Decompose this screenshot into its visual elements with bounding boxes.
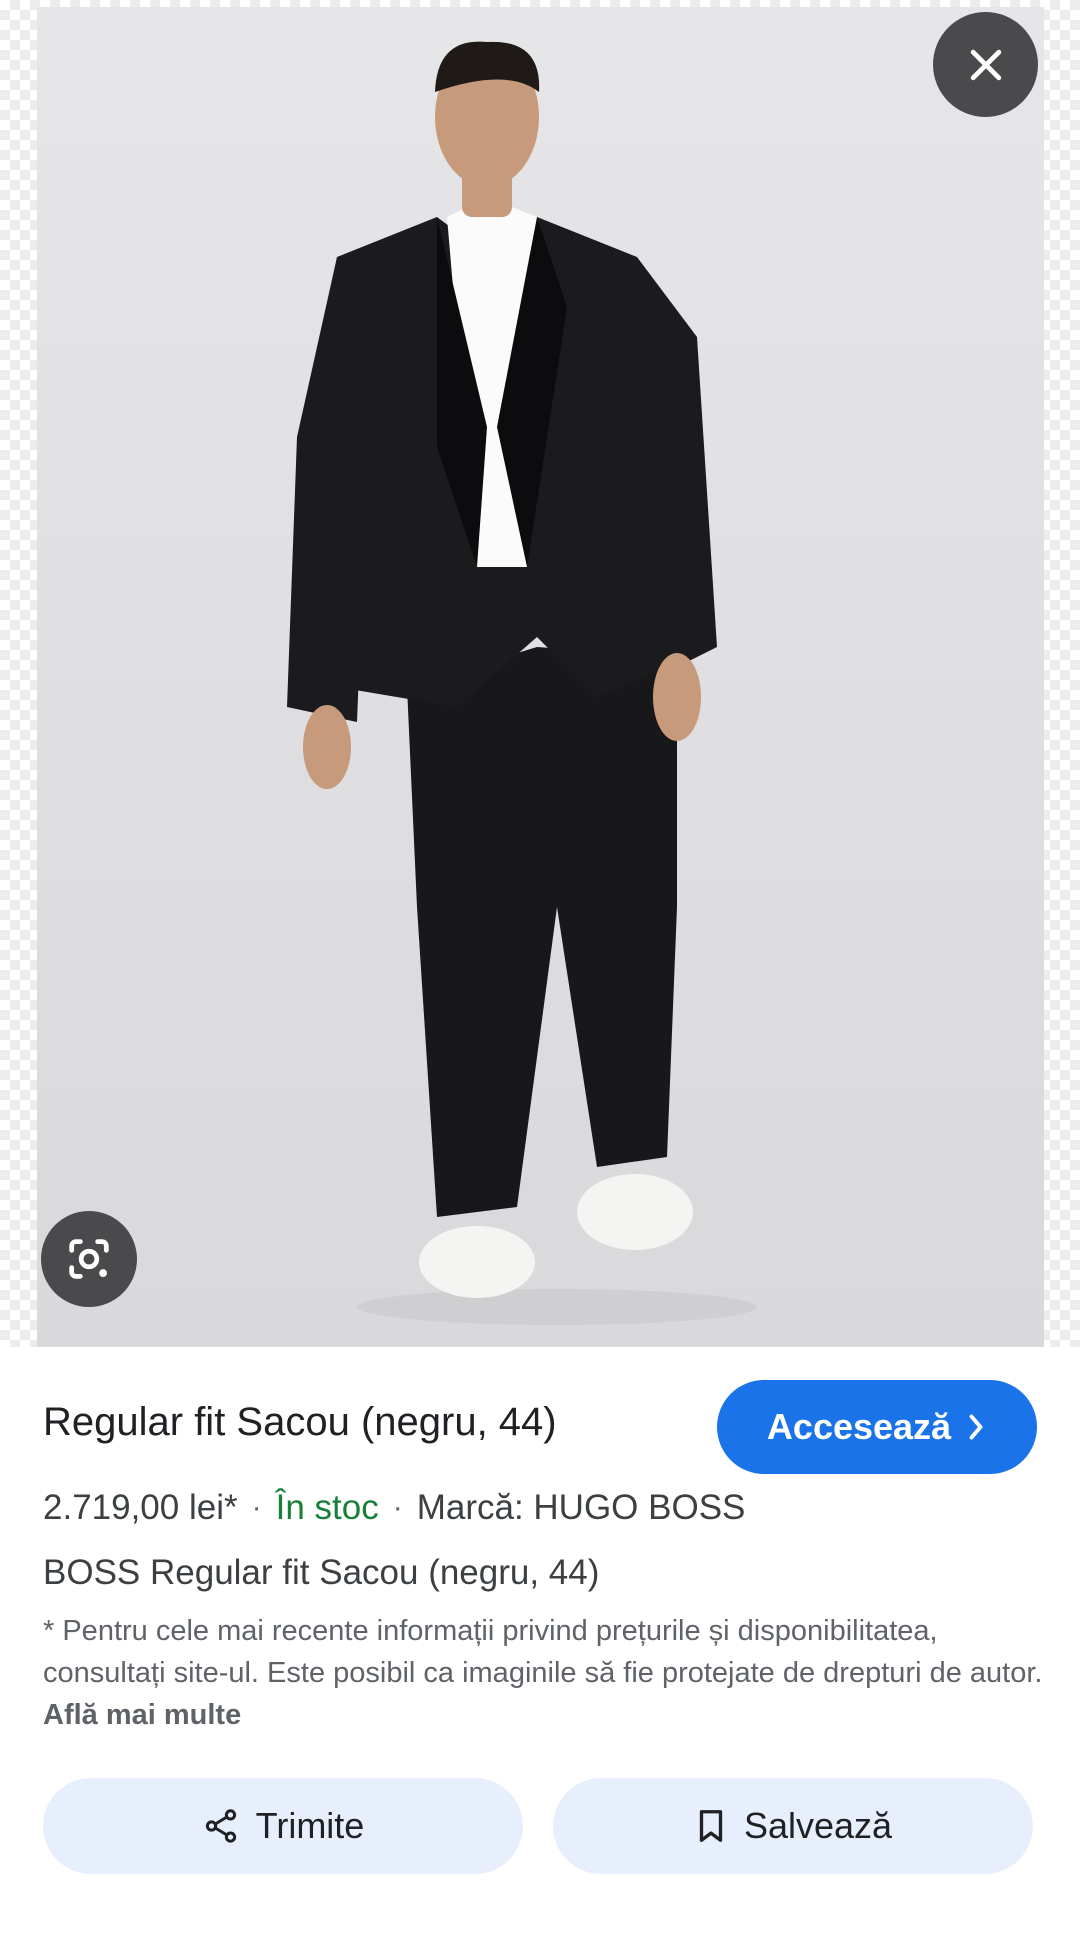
chevron-right-icon	[969, 1414, 983, 1440]
brand: Marcă: HUGO BOSS	[416, 1488, 746, 1527]
close-icon	[970, 49, 1001, 80]
disclaimer: * Pentru cele mai recente informații pri…	[43, 1610, 1043, 1736]
lens-button[interactable]	[41, 1211, 137, 1307]
product-meta: 2.719,00 lei* · În stoc · Marcă: HUGO BO…	[43, 1488, 745, 1528]
share-icon	[205, 1809, 236, 1843]
lens-icon	[69, 1239, 109, 1279]
price: 2.719,00 lei*	[43, 1488, 238, 1527]
save-button-label: Salvează	[743, 1805, 893, 1846]
bookmark-icon	[699, 1810, 723, 1842]
image-viewer	[0, 0, 1080, 1347]
product-title: Regular fit Sacou (negru, 44)	[43, 1400, 557, 1444]
model-figure	[287, 41, 757, 1325]
product-image[interactable]	[37, 7, 1044, 1347]
separator: ·	[392, 1491, 403, 1524]
visit-button[interactable]: Accesează	[717, 1380, 1037, 1474]
close-button[interactable]	[933, 12, 1038, 117]
product-full-name: BOSS Regular fit Sacou (negru, 44)	[43, 1553, 600, 1592]
learn-more-link[interactable]: Află mai multe	[43, 1699, 241, 1731]
visit-button-label: Accesează	[766, 1406, 952, 1447]
disclaimer-text: * Pentru cele mai recente informații pri…	[43, 1615, 1043, 1689]
save-button[interactable]: Salvează	[553, 1778, 1033, 1874]
stock-status: În stoc	[275, 1488, 379, 1527]
share-button-label: Trimite	[255, 1805, 365, 1846]
separator: ·	[251, 1491, 262, 1524]
share-button[interactable]: Trimite	[43, 1778, 523, 1874]
